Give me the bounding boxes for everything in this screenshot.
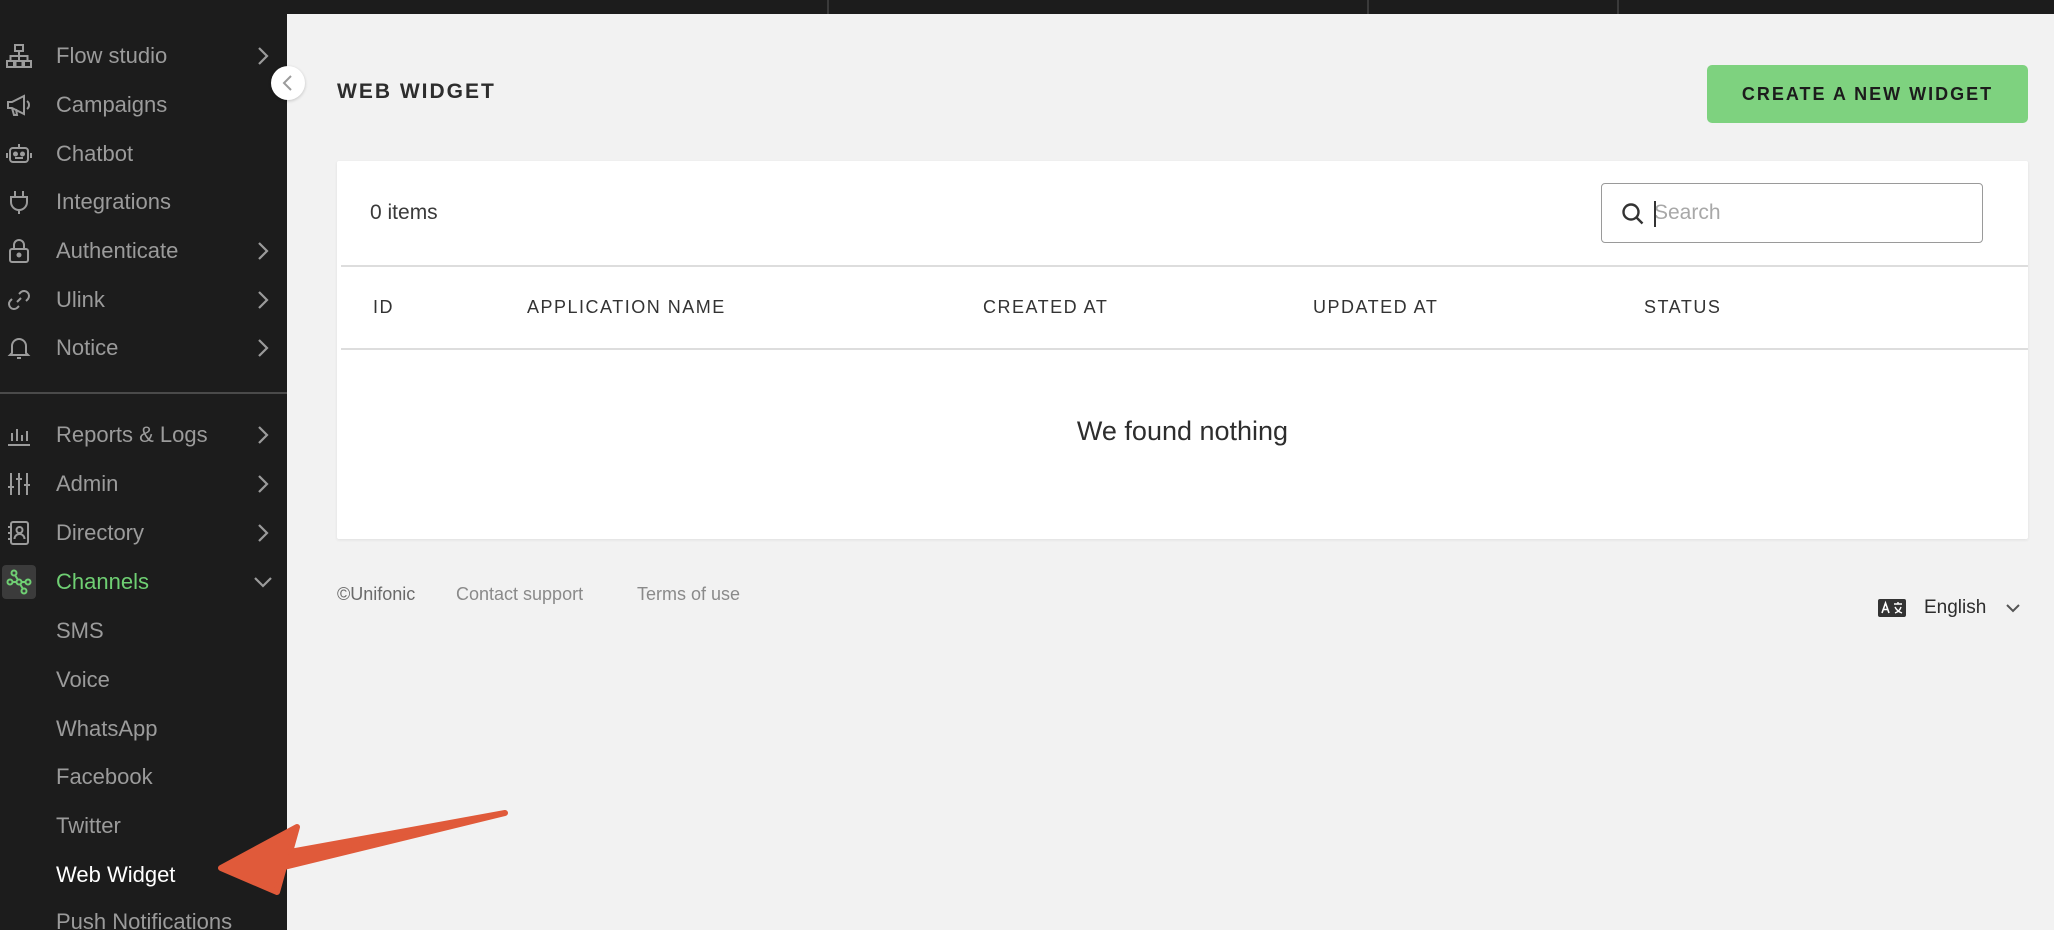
search-icon <box>1622 203 1644 225</box>
megaphone-icon <box>4 90 34 120</box>
sidebar-item-label: Integrations <box>56 189 171 214</box>
sidebar-subitem-sms[interactable]: SMS <box>56 613 104 649</box>
chevron-down-icon <box>2006 604 2021 613</box>
widget-table-card: 0 items ID APPLICATION NAME CREATED AT U… <box>337 161 2028 539</box>
chevron-right-icon <box>258 47 269 65</box>
sidebar-item-ulink[interactable]: Ulink <box>0 276 287 324</box>
page-title: WEB WIDGET <box>337 80 496 103</box>
column-header-application-name[interactable]: APPLICATION NAME <box>527 297 726 318</box>
chevron-right-icon <box>258 524 269 542</box>
sidebar-item-admin[interactable]: Admin <box>0 460 287 508</box>
items-count: 0 items <box>370 201 438 224</box>
chevron-right-icon <box>258 339 269 357</box>
sidebar-item-flow-studio[interactable]: Flow studio <box>0 32 287 80</box>
table-divider <box>341 265 2028 267</box>
search-input[interactable] <box>1654 196 1954 230</box>
language-label: English <box>1924 597 1987 618</box>
sitemap-icon <box>4 41 34 71</box>
terms-of-use-link[interactable]: Terms of use <box>637 584 740 605</box>
top-bar-separator <box>827 0 829 14</box>
footer-copyright: ©Unifonic <box>337 584 416 604</box>
chevron-right-icon <box>258 475 269 493</box>
chevron-left-icon <box>282 75 292 91</box>
sidebar-item-label: Directory <box>56 520 145 545</box>
contact-support-link[interactable]: Contact support <box>456 584 583 605</box>
sidebar-item-label: Ulink <box>56 287 105 312</box>
translate-icon <box>1878 599 1906 617</box>
sidebar-item-label: Flow studio <box>56 43 168 68</box>
sidebar-divider <box>0 392 287 394</box>
top-bar-separator <box>1367 0 1369 14</box>
search-field[interactable] <box>1601 183 1983 243</box>
create-widget-button[interactable]: CREATE A NEW WIDGET <box>1707 65 2028 123</box>
sidebar-item-authenticate[interactable]: Authenticate <box>0 227 287 275</box>
column-header-id[interactable]: ID <box>373 297 394 318</box>
channels-icon <box>2 565 36 599</box>
sliders-icon <box>4 469 34 499</box>
chevron-right-icon <box>258 242 269 260</box>
language-selector[interactable]: English <box>1878 594 2022 622</box>
sidebar-item-label: Authenticate <box>56 238 179 263</box>
sidebar-item-label: Reports & Logs <box>56 422 208 447</box>
column-header-updated-at[interactable]: UPDATED AT <box>1313 297 1438 318</box>
sidebar-item-reports-logs[interactable]: Reports & Logs <box>0 411 287 459</box>
sidebar-item-chatbot[interactable]: Chatbot <box>0 130 287 178</box>
top-bar-separator <box>1617 0 1619 14</box>
sidebar-collapse-button[interactable] <box>271 66 305 100</box>
link-icon <box>4 285 34 315</box>
sidebar-item-label: Chatbot <box>56 141 134 166</box>
sidebar: Flow studio Campaigns Chatbot Integratio… <box>0 0 287 930</box>
sidebar-item-label: Channels <box>56 569 149 594</box>
sidebar-subitem-web-widget[interactable]: Web Widget <box>56 857 175 893</box>
sidebar-item-label: Campaigns <box>56 92 168 117</box>
empty-state-message: We found nothing <box>1076 416 1289 446</box>
table-header-divider <box>341 348 2028 350</box>
bar-chart-icon <box>4 420 34 450</box>
sidebar-subitem-voice[interactable]: Voice <box>56 662 110 698</box>
text-caret <box>1654 201 1656 227</box>
column-header-created-at[interactable]: CREATED AT <box>983 297 1108 318</box>
contact-book-icon <box>4 518 34 548</box>
sidebar-subitem-facebook[interactable]: Facebook <box>56 759 153 795</box>
chevron-down-icon <box>254 577 272 588</box>
column-header-status[interactable]: STATUS <box>1644 297 1721 318</box>
plug-icon <box>4 187 34 217</box>
sidebar-item-label: Notice <box>56 335 119 360</box>
top-bar <box>287 0 2054 14</box>
robot-icon <box>4 139 34 169</box>
sidebar-subitem-push-notifications[interactable]: Push Notifications <box>56 904 232 930</box>
sidebar-item-campaigns[interactable]: Campaigns <box>0 81 287 129</box>
chevron-right-icon <box>258 291 269 309</box>
sidebar-subitem-whatsapp[interactable]: WhatsApp <box>56 711 158 747</box>
bell-icon <box>4 333 34 363</box>
sidebar-item-channels[interactable]: Channels <box>0 558 287 606</box>
lock-icon <box>4 236 34 266</box>
sidebar-item-label: Admin <box>56 471 119 496</box>
chevron-right-icon <box>258 426 269 444</box>
sidebar-item-integrations[interactable]: Integrations <box>0 178 287 226</box>
sidebar-item-notice[interactable]: Notice <box>0 324 287 372</box>
sidebar-subitem-twitter[interactable]: Twitter <box>56 808 121 844</box>
sidebar-item-directory[interactable]: Directory <box>0 509 287 557</box>
